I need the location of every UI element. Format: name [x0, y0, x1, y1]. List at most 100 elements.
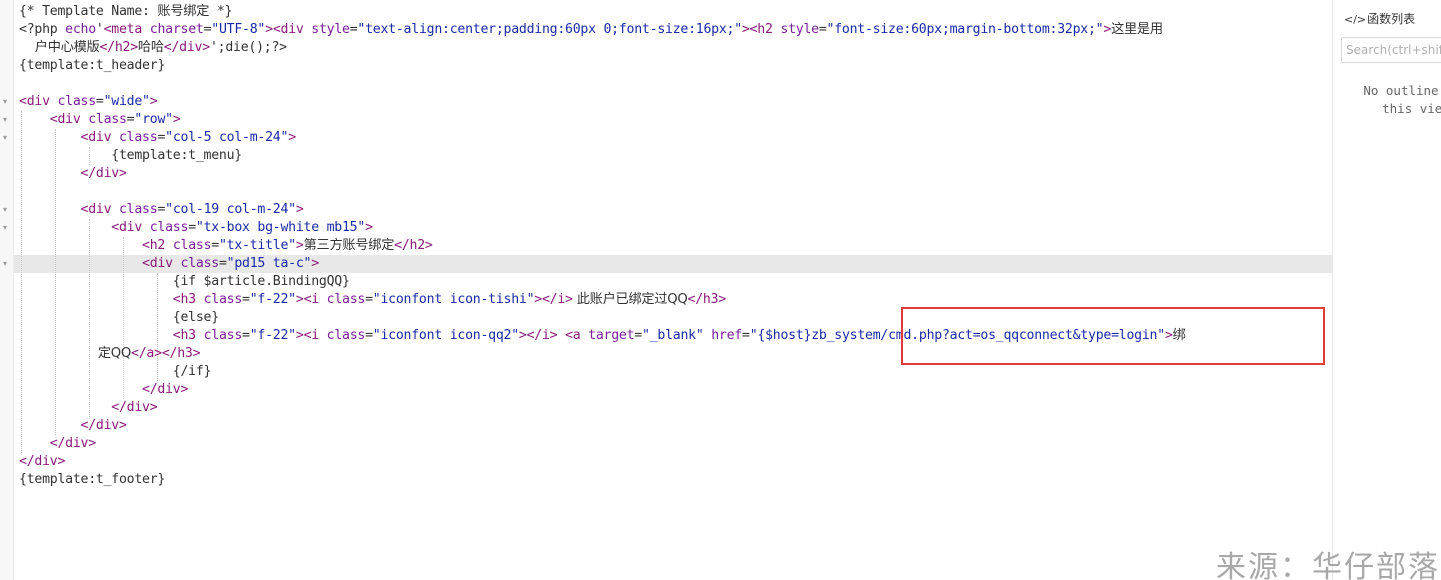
- code-line[interactable]: <div class="col-5 col-m-24">: [19, 129, 297, 147]
- code-token: "_blank": [642, 328, 704, 343]
- code-token: <div: [111, 220, 150, 235]
- code-token: class: [118, 130, 158, 145]
- code-token: <div: [142, 256, 181, 271]
- code-token: <a: [565, 328, 589, 343]
- code-token: {/if}: [19, 364, 212, 379]
- outline-panel: </>函数列表 No outline for this view: [1332, 0, 1441, 580]
- code-token: target: [588, 328, 635, 343]
- code-token: </div>: [111, 400, 158, 415]
- code-line[interactable]: <?php echo'<meta charset="UTF-8"><div st…: [19, 21, 1163, 39]
- code-token: echo: [65, 22, 96, 37]
- code-token: <div: [49, 112, 89, 127]
- code-line[interactable]: </div>: [19, 165, 127, 183]
- code-token: <h2: [142, 238, 173, 253]
- code-line[interactable]: <div class="pd15 ta-c">: [19, 255, 319, 273]
- code-token: 哈哈: [137, 40, 164, 55]
- code-line[interactable]: {template:t_footer}: [19, 471, 165, 489]
- fold-toggle-icon[interactable]: ▾: [3, 98, 11, 106]
- code-token: ';die();?>: [209, 40, 287, 55]
- code-line[interactable]: <div class="wide">: [19, 93, 158, 111]
- code-token: <h2: [749, 22, 781, 37]
- code-token: >: [741, 22, 750, 37]
- code-token: >: [149, 94, 158, 109]
- code-line[interactable]: {template:t_header}: [19, 57, 165, 75]
- code-token: charset: [149, 22, 204, 37]
- code-token: {template:t_menu}: [19, 148, 242, 163]
- fold-toggle-icon[interactable]: ▾: [3, 134, 11, 142]
- code-token: >: [365, 220, 373, 235]
- code-token: "tx-title": [218, 238, 296, 253]
- fold-toggle-icon[interactable]: ▾: [3, 116, 11, 124]
- code-token: "col-5 col-m-24": [165, 130, 289, 145]
- code-token: {template:t_footer}: [19, 472, 166, 487]
- highlight-annotation-box: [901, 307, 1325, 365]
- code-icon: </>: [1344, 13, 1367, 26]
- code-line[interactable]: </div>: [19, 399, 157, 417]
- code-token: class: [326, 292, 366, 307]
- code-line[interactable]: <div class="tx-box bg-white mb15">: [19, 219, 373, 237]
- fold-toggle-icon[interactable]: ▾: [3, 224, 11, 232]
- code-token: >: [1103, 22, 1112, 37]
- code-token: "row": [134, 112, 173, 127]
- code-token: ': [95, 22, 104, 37]
- code-line[interactable]: <div class="col-19 col-m-24">: [19, 201, 304, 219]
- code-token: {template:t_header}: [19, 58, 166, 73]
- code-token: =: [242, 292, 250, 307]
- code-token: "col-19 col-m-24": [165, 202, 296, 217]
- code-line[interactable]: {else}: [19, 309, 219, 327]
- code-line[interactable]: </div>: [19, 435, 96, 453]
- code-line[interactable]: </div>: [19, 381, 188, 399]
- code-token: <div: [80, 130, 119, 145]
- code-token: 定QQ: [19, 346, 132, 361]
- code-line[interactable]: {/if}: [19, 363, 212, 381]
- code-token: "f-22": [249, 292, 296, 307]
- code-line[interactable]: <div class="row">: [19, 111, 181, 129]
- code-token: "text-align:center;padding:60px 0;font-s…: [357, 22, 742, 37]
- code-token: >: [311, 256, 319, 271]
- code-line[interactable]: {template:t_menu}: [19, 147, 242, 165]
- code-token: "tx-box bg-white mb15": [195, 220, 366, 235]
- code-token: <h3: [172, 292, 204, 307]
- code-token: style: [780, 22, 819, 37]
- code-line[interactable]: 户中心模版</h2>哈哈</div>';die();?>: [19, 39, 287, 57]
- code-token: </h3>: [161, 346, 201, 361]
- code-token: </div>: [142, 382, 189, 397]
- code-token: style: [311, 22, 350, 37]
- code-token: class: [149, 220, 189, 235]
- code-token: =: [157, 202, 166, 217]
- code-token: {if $article.BindingQQ}: [19, 274, 350, 289]
- code-token: =: [157, 130, 166, 145]
- code-line[interactable]: <h2 class="tx-title">第三方账号绑定</h2>: [19, 237, 433, 255]
- code-line[interactable]: <h3 class="f-22"><i class="iconfont icon…: [19, 291, 726, 309]
- code-line[interactable]: 定QQ</a></h3>: [19, 345, 201, 363]
- code-token: >: [295, 238, 304, 253]
- code-token: =: [818, 22, 827, 37]
- code-token: class: [118, 202, 158, 217]
- code-token: 账号绑定: [157, 4, 210, 19]
- code-token: >: [265, 22, 273, 37]
- code-line[interactable]: </div>: [19, 417, 127, 435]
- fold-toggle-icon[interactable]: ▾: [3, 260, 11, 268]
- code-token: class: [203, 292, 243, 307]
- outline-search-input[interactable]: [1341, 37, 1441, 63]
- code-line[interactable]: {if $article.BindingQQ}: [19, 273, 350, 291]
- code-token: "pd15 ta-c": [226, 256, 312, 271]
- code-line[interactable]: </div>: [19, 453, 65, 471]
- code-token: {else}: [19, 310, 219, 325]
- code-token: =: [365, 292, 373, 307]
- code-line[interactable]: {* Template Name: 账号绑定 *}: [19, 3, 233, 21]
- code-token: >: [295, 292, 304, 307]
- code-token: <meta: [103, 22, 150, 37]
- fold-toggle-icon[interactable]: ▾: [3, 206, 11, 214]
- code-token: =: [242, 328, 250, 343]
- code-editor[interactable]: ▾ ▾ ▾ ▾ ▾ ▾ {* Template Name: 账号绑定 *} <?p…: [0, 0, 1332, 580]
- code-token: <div: [80, 202, 119, 217]
